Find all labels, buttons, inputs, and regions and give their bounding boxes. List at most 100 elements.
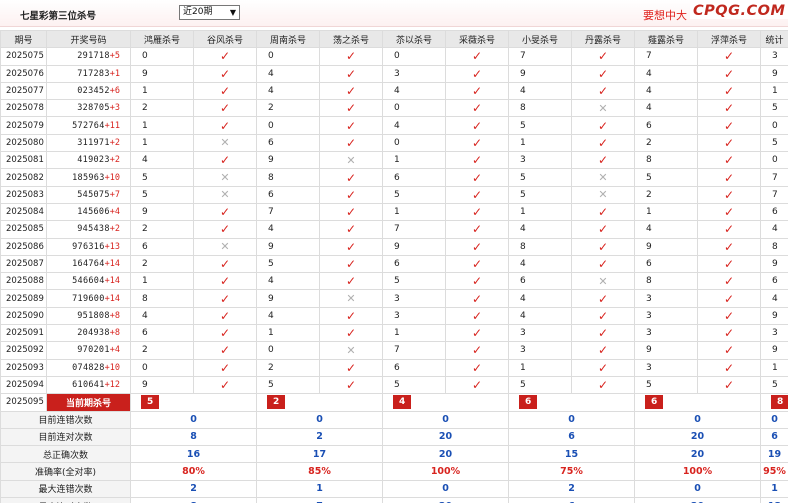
page-header: 七星彩第三位杀号 近20期 ▼ 要想中大 CPQG.COM	[0, 0, 788, 27]
kill-value-cell: 3	[508, 324, 572, 343]
check-icon: ✓	[723, 222, 735, 237]
table-row: 2025079572764+111✓0✓4✓5✓6✓0✓1✓2✕5✓0✓9	[0, 116, 788, 135]
check-icon: ✓	[597, 222, 609, 237]
result-mark-cell: ✓	[445, 341, 509, 360]
kill-value-cell: 5	[760, 133, 788, 153]
kill-value-cell: 6	[382, 168, 446, 187]
check-icon: ✓	[597, 291, 609, 306]
stats-value: 20	[438, 431, 453, 443]
kill-value-cell: 7	[382, 220, 446, 239]
result-mark-cell: ✓	[697, 151, 761, 170]
draw-digits: 970201	[77, 345, 110, 356]
kill-value-cell: 5	[130, 185, 194, 204]
check-icon: ✓	[345, 187, 357, 202]
table-row: 2025076717283+19✓4✓3✓9✓4✓9✓8✓0✓0✓6✓全对	[0, 64, 788, 83]
kill-value-cell: 8	[634, 151, 698, 170]
check-icon: ✓	[219, 153, 231, 168]
table-row: 2025093074828+100✓2✓6✓1✓3✓1✓5✓3✓2✓7✓全对	[0, 358, 788, 377]
kill-value-cell: 0	[130, 47, 194, 66]
stats-value: 100%	[682, 466, 713, 478]
current-kill-cell: 2	[256, 393, 383, 412]
kill-value-cell: 9	[508, 64, 572, 83]
kill-value-cell: 9	[256, 237, 320, 256]
result-mark-cell: ✓	[445, 116, 509, 135]
draw-digits: 145606	[77, 207, 110, 218]
stats-value-cell: 2	[130, 479, 257, 499]
check-icon: ✓	[723, 205, 735, 220]
result-mark-cell: ✓	[571, 289, 635, 308]
result-mark-cell: ✓	[445, 375, 509, 395]
draw-digits: 164764	[72, 259, 105, 269]
check-icon: ✓	[597, 378, 609, 393]
kill-value-cell: 9	[760, 306, 788, 326]
kill-value-cell: 6	[760, 272, 788, 291]
kill-value-cell: 4	[508, 220, 572, 239]
result-mark-cell: ✓	[697, 202, 761, 222]
kill-value-cell: 8	[130, 289, 194, 308]
draw-bonus: +8	[109, 310, 120, 321]
column-header: 薤露杀号	[634, 29, 698, 49]
kill-value-cell: 4	[256, 306, 320, 326]
kill-value-cell: 9	[760, 341, 788, 360]
column-header: 荡之杀号	[319, 29, 383, 49]
kill-value-cell: 1	[382, 202, 446, 222]
kill-value-cell: 9	[760, 64, 788, 83]
kill-value-cell: 0	[256, 116, 320, 135]
stats-value-cell: 7	[256, 497, 383, 503]
check-icon: ✓	[723, 49, 735, 64]
table-row: 2025090951808+84✓4✓3✓4✓3✓9✓8✓4✓8✓4✓全对	[0, 306, 788, 326]
stats-value-cell: 6	[760, 427, 788, 447]
result-mark-cell: ✓	[319, 64, 383, 83]
promo-link[interactable]: 要想中大	[643, 7, 687, 23]
result-mark-cell: ✓	[571, 151, 635, 170]
kill-value-cell: 2	[256, 99, 320, 118]
table-row: 2025087164764+142✓5✓6✓4✓6✓9✓9✓0✓1✓2✓全对	[0, 254, 788, 274]
table-row: 2025085945438+22✓4✓7✓4✓4✓4✓6✓9✓6✓6✓全对	[0, 220, 788, 239]
kill-value-cell: 4	[760, 220, 788, 239]
result-mark-cell: ✓	[697, 64, 761, 83]
kill-value-cell: 4	[634, 81, 698, 101]
stats-value: 6	[771, 431, 778, 443]
check-icon: ✓	[597, 135, 609, 150]
stats-label: 目前连对次数	[0, 427, 131, 447]
kill-value-cell: 4	[130, 306, 194, 326]
kill-value-cell: 0	[382, 47, 446, 66]
check-icon: ✓	[471, 49, 483, 64]
result-mark-cell: ✓	[319, 47, 383, 66]
result-mark-cell: ✓	[193, 64, 257, 83]
draw-bonus: +7	[109, 189, 120, 200]
kill-value-cell: 4	[130, 151, 194, 170]
result-mark-cell: ✓	[571, 324, 635, 343]
table-row: 2025084145606+49✓7✓1✓1✓1✓6✓1✓1✓7✓5✕9	[0, 202, 788, 222]
draw-bonus: +6	[109, 86, 120, 97]
check-icon: ✓	[597, 153, 609, 168]
draw-number-cell: 291718+5	[46, 47, 131, 66]
result-mark-cell: ✓	[697, 324, 761, 343]
check-icon: ✓	[597, 118, 609, 133]
draw-number-cell: 164764+14	[46, 254, 131, 274]
stats-row: 目前连错次数00000001101	[0, 410, 788, 429]
draw-digits: 717283	[77, 68, 110, 79]
check-icon: ✓	[471, 239, 483, 254]
draw-bonus: +2	[109, 137, 120, 148]
stats-value: 2	[568, 483, 575, 495]
result-mark-cell: ✕	[319, 289, 383, 308]
current-kill-cell: 6	[634, 393, 761, 412]
draw-bonus: +2	[109, 224, 120, 235]
period-select[interactable]: 近20期 ▼	[179, 5, 240, 20]
stats-value: 20	[690, 431, 705, 443]
kill-value-cell: 5	[382, 272, 446, 291]
check-icon: ✓	[723, 378, 735, 393]
draw-number-cell: 074828+10	[46, 358, 131, 377]
kill-value-cell: 3	[382, 289, 446, 308]
kill-value-cell: 6	[634, 254, 698, 274]
draw-number-cell: 204938+8	[46, 324, 131, 343]
draw-number-cell: 023452+6	[46, 81, 131, 101]
check-icon: ✓	[471, 360, 483, 375]
check-icon: ✓	[219, 66, 231, 81]
table-row: 2025086976316+136✕9✓9✓8✓9✓8✓3✓2✓8✓8✓9	[0, 237, 788, 256]
kill-value-cell: 5	[130, 168, 194, 187]
stats-value: 0	[771, 414, 778, 426]
result-mark-cell: ✓	[319, 272, 383, 291]
result-mark-cell: ✕	[193, 185, 257, 204]
